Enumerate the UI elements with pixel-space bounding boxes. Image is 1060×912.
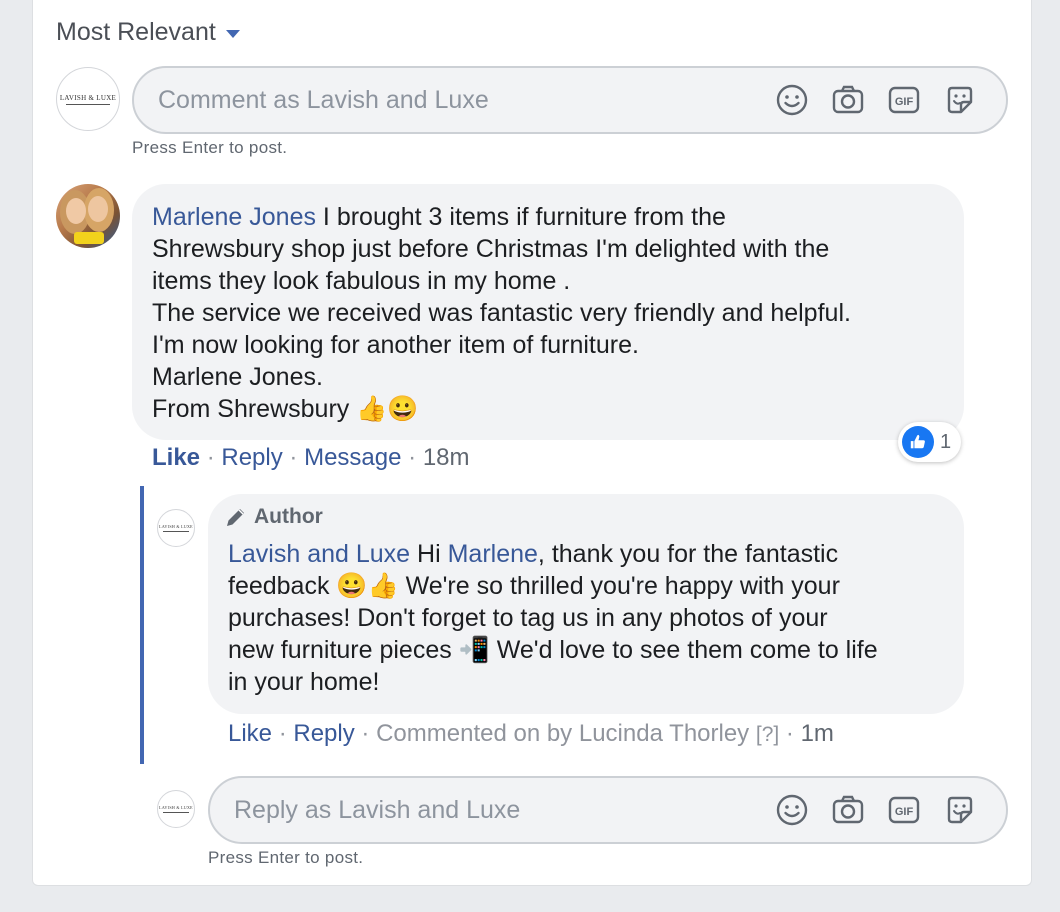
sort-dropdown[interactable]: Most Relevant (56, 18, 240, 47)
reply-link[interactable]: Reply (293, 720, 354, 747)
svg-text:GIF: GIF (895, 96, 914, 108)
avatar-photo-part (88, 196, 108, 222)
author-badge-label: Author (254, 505, 323, 528)
logo-underline (163, 531, 189, 532)
reply-actions: Like · Reply · Commented on by Lucinda T… (228, 720, 834, 747)
comment-actions: Like · Reply · Message · 18m (152, 444, 470, 471)
comment-text-line: From Shrewsbury 👍😀 (152, 395, 419, 423)
camera-icon[interactable] (830, 82, 866, 118)
comment-text-line: items they look fabulous in my home . (152, 267, 571, 295)
comment-text-line: The service we received was fantastic ve… (152, 299, 851, 327)
sticker-icon[interactable] (942, 792, 978, 828)
reply-input[interactable]: Reply as Lavish and Luxe GIF (208, 776, 1008, 844)
emoji-icon[interactable] (774, 792, 810, 828)
reply-text-line: feedback 😀👍 We're so thrilled you're hap… (228, 572, 840, 600)
logo-underline (163, 812, 189, 813)
reaction-count: 1 (940, 430, 952, 453)
avatar-photo-part (74, 232, 104, 244)
reply-text-line: in your home! (228, 668, 380, 696)
message-link[interactable]: Message (304, 444, 401, 471)
comment-input[interactable]: Comment as Lavish and Luxe GIF (132, 66, 1008, 134)
reply-author-avatar[interactable]: LAVISH & LUXE (157, 509, 195, 547)
comment-text-line: I'm now looking for another item of furn… (152, 331, 639, 359)
like-link[interactable]: Like (152, 444, 200, 471)
comment-timestamp[interactable]: 18m (423, 444, 470, 471)
sticker-icon[interactable] (942, 82, 978, 118)
avatar-photo-part (66, 198, 86, 224)
comment-text-line: Marlene Jones. (152, 363, 323, 391)
reply-text-line: purchases! Don't forget to tag us in any… (228, 604, 828, 632)
comment-text-line: Shrewsbury shop just before Christmas I'… (152, 235, 830, 263)
logo-underline (66, 103, 110, 105)
camera-icon[interactable] (830, 792, 866, 828)
reply-text: Hi (410, 540, 448, 568)
composer-tools: GIF (774, 82, 978, 118)
pencil-icon (227, 509, 244, 526)
gif-icon[interactable]: GIF (886, 792, 922, 828)
reply-author[interactable]: Lavish and Luxe (228, 540, 410, 568)
page-avatar-logo-text: LAVISH & LUXE (159, 524, 193, 529)
help-link[interactable]: [?] (756, 723, 779, 746)
commenter-avatar[interactable] (56, 184, 120, 248)
mention-link[interactable]: Marlene (448, 540, 538, 568)
composer-hint: Press Enter to post. (132, 138, 288, 157)
reply-text-line: new furniture pieces 📲 We'd love to see … (228, 636, 878, 664)
like-link[interactable]: Like (228, 720, 272, 747)
composer-tools: GIF (774, 792, 978, 828)
reaction-summary[interactable]: 1 (898, 422, 962, 462)
reply-input-placeholder: Reply as Lavish and Luxe (234, 795, 521, 824)
author-badge: Author (224, 505, 323, 529)
emoji-icon[interactable] (774, 82, 810, 118)
reply-composer-hint: Press Enter to post. (208, 848, 364, 867)
svg-text:GIF: GIF (895, 806, 914, 818)
reply-timestamp[interactable]: 1m (801, 720, 834, 747)
reply-text: , thank you for the fantastic (537, 540, 839, 568)
gif-icon[interactable]: GIF (886, 82, 922, 118)
reply-link[interactable]: Reply (221, 444, 282, 471)
sort-label: Most Relevant (56, 18, 216, 46)
like-reaction-icon (902, 426, 934, 458)
page-avatar[interactable]: LAVISH & LUXE (56, 67, 120, 131)
comment-text-line: I brought 3 items if furniture from the (315, 203, 726, 231)
caret-down-icon (225, 29, 240, 38)
reply-thread-line (140, 486, 144, 764)
comment-author[interactable]: Marlene Jones (152, 203, 316, 231)
commented-by-text: Commented on by Lucinda Thorley (376, 720, 750, 747)
page-avatar-logo-text: LAVISH & LUXE (159, 805, 193, 810)
comment-input-placeholder: Comment as Lavish and Luxe (158, 85, 489, 114)
page-avatar-logo-text: LAVISH & LUXE (59, 93, 117, 102)
comment-bubble: Marlene Jones I brought 3 items if furni… (132, 184, 964, 440)
reply-composer-avatar[interactable]: LAVISH & LUXE (157, 790, 195, 828)
